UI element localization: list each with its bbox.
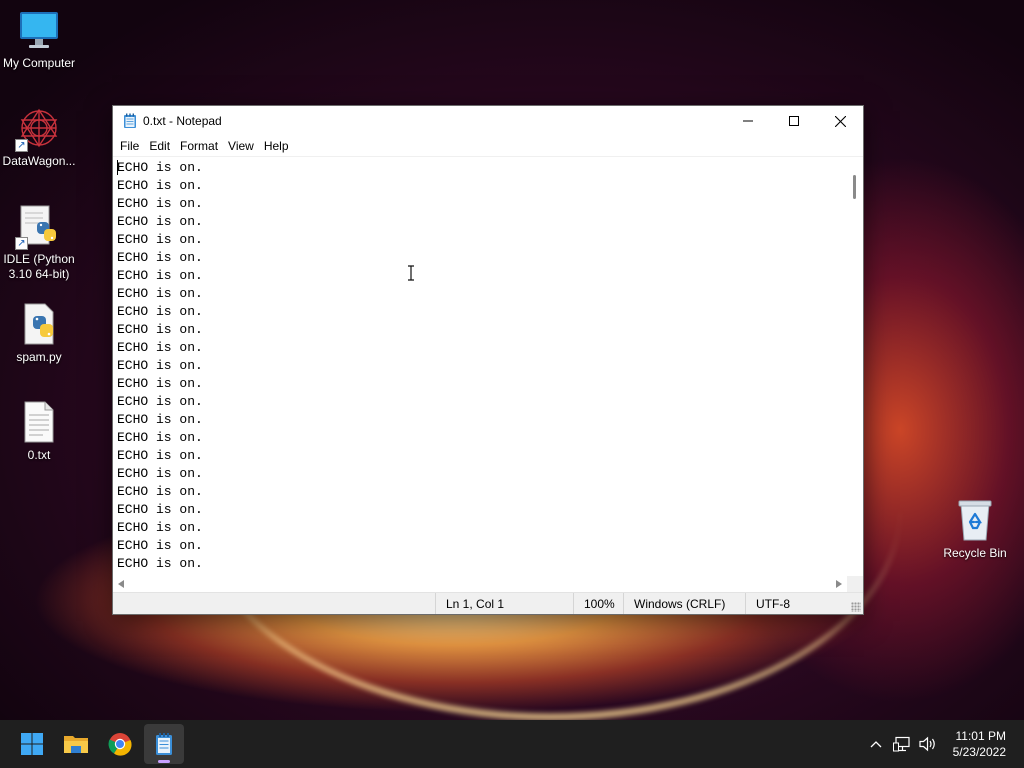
text-line: ECHO is on.: [117, 196, 203, 211]
text-line: ECHO is on.: [117, 214, 203, 229]
menu-view[interactable]: View: [223, 139, 259, 153]
desktop-icon-recycle-bin[interactable]: Recycle Bin: [937, 498, 1013, 561]
file-explorer-icon: [64, 736, 88, 753]
desktop-icon-label: DataWagon...: [2, 154, 76, 168]
status-line-ending: Windows (CRLF): [623, 593, 745, 614]
text-line: ECHO is on.: [117, 394, 203, 409]
python-file-icon: [17, 302, 61, 346]
vertical-scroll-thumb[interactable]: [853, 175, 856, 199]
close-icon: [834, 115, 846, 127]
scroll-left-icon[interactable]: [118, 580, 124, 588]
text-line: ECHO is on.: [117, 160, 203, 175]
chevron-up-icon: [870, 741, 882, 748]
text-line: ECHO is on.: [117, 520, 203, 535]
text-line: ECHO is on.: [117, 430, 203, 445]
text-line: ECHO is on.: [117, 376, 203, 391]
desktop-icon-datawagon[interactable]: ↗ DataWagon...: [1, 106, 77, 169]
text-caret: [117, 160, 118, 175]
editor-area[interactable]: ECHO is on. ECHO is on. ECHO is on. ECHO is…: [113, 156, 863, 592]
monitor-icon: [17, 8, 61, 52]
notepad-icon: [156, 733, 172, 755]
status-spacer: [113, 593, 435, 614]
show-hidden-icons-button[interactable]: [863, 731, 889, 757]
text-content[interactable]: ECHO is on. ECHO is on. ECHO is on. ECHO is…: [113, 157, 847, 576]
volume-button[interactable]: [915, 731, 941, 757]
text-line: ECHO is on.: [117, 466, 203, 481]
desktop-icon-label: spam.py: [16, 350, 62, 364]
shortcut-arrow-icon: ↗: [15, 139, 28, 152]
desktop-icon-label: Recycle Bin: [943, 546, 1007, 560]
menu-file[interactable]: File: [115, 139, 144, 153]
text-line: ECHO is on.: [117, 304, 203, 319]
menu-format[interactable]: Format: [175, 139, 223, 153]
horizontal-scrollbar[interactable]: [113, 576, 847, 592]
close-button[interactable]: [817, 106, 863, 136]
text-line: ECHO is on.: [117, 484, 203, 499]
text-line: ECHO is on.: [117, 286, 203, 301]
notepad-icon: [123, 113, 137, 129]
text-line: ECHO is on.: [117, 232, 203, 247]
maximize-icon: [789, 116, 799, 126]
start-icon: [21, 733, 43, 755]
desktop-icon-label: IDLE (Python 3.10 64-bit): [3, 252, 75, 281]
text-line: ECHO is on.: [117, 340, 203, 355]
resize-grip[interactable]: [851, 602, 861, 612]
text-line: ECHO is on.: [117, 178, 203, 193]
desktop-icon-my-computer[interactable]: My Computer: [1, 8, 77, 71]
taskbar-notepad[interactable]: [144, 724, 184, 764]
taskbar-chrome[interactable]: [100, 724, 140, 764]
notepad-window: 0.txt - Notepad File Edit Format View He…: [112, 105, 864, 615]
text-line: ECHO is on.: [117, 502, 203, 517]
desktop-icon-spam-py[interactable]: spam.py: [1, 302, 77, 365]
clock-time: 11:01 PM: [955, 729, 1006, 743]
start-button[interactable]: [12, 724, 52, 764]
taskbar-clock[interactable]: 11:01 PM 5/23/2022: [941, 728, 1024, 760]
network-button[interactable]: [889, 731, 915, 757]
status-bar: Ln 1, Col 1 100% Windows (CRLF) UTF-8: [113, 592, 863, 614]
shortcut-arrow-icon: ↗: [15, 237, 28, 250]
text-line: ECHO is on.: [117, 358, 203, 373]
text-line: ECHO is on.: [117, 268, 203, 283]
title-bar[interactable]: 0.txt - Notepad: [113, 106, 863, 136]
speaker-icon: [919, 736, 935, 752]
text-file-icon: [17, 400, 61, 444]
menu-help[interactable]: Help: [259, 139, 294, 153]
recycle-bin-icon: [953, 498, 997, 542]
scroll-right-icon[interactable]: [836, 580, 842, 588]
desktop-icon-0-txt[interactable]: 0.txt: [1, 400, 77, 463]
status-encoding: UTF-8: [745, 593, 825, 614]
status-position: Ln 1, Col 1: [435, 593, 573, 614]
clock-date: 5/23/2022: [952, 745, 1006, 759]
taskbar-file-explorer[interactable]: [56, 724, 96, 764]
text-line: ECHO is on.: [117, 538, 203, 553]
text-line: ECHO is on.: [117, 250, 203, 265]
text-line: ECHO is on.: [117, 556, 203, 571]
python-idle-icon: ↗: [15, 204, 61, 250]
network-icon: [892, 736, 910, 752]
text-line: ECHO is on.: [117, 322, 203, 337]
window-title: 0.txt - Notepad: [143, 114, 222, 128]
chrome-icon: [108, 733, 132, 756]
text-cursor-icon: [408, 265, 414, 281]
text-line: ECHO is on.: [117, 412, 203, 427]
taskbar: 11:01 PM 5/23/2022: [0, 720, 1024, 768]
desktop-icon-label: My Computer: [2, 56, 76, 70]
minimize-icon: [743, 120, 753, 122]
desktop-icon-idle[interactable]: ↗ IDLE (Python 3.10 64-bit): [1, 204, 77, 282]
minimize-button[interactable]: [725, 106, 771, 136]
menu-edit[interactable]: Edit: [144, 139, 175, 153]
maximize-button[interactable]: [771, 106, 817, 136]
datawagon-icon: ↗: [15, 106, 61, 152]
status-zoom: 100%: [573, 593, 623, 614]
desktop-icon-label: 0.txt: [27, 448, 51, 462]
scrollbar-corner: [847, 576, 863, 592]
menu-bar: File Edit Format View Help: [113, 136, 863, 156]
system-tray: 11:01 PM 5/23/2022: [863, 720, 1024, 768]
vertical-scrollbar[interactable]: [847, 157, 863, 576]
text-line: ECHO is on.: [117, 448, 203, 463]
